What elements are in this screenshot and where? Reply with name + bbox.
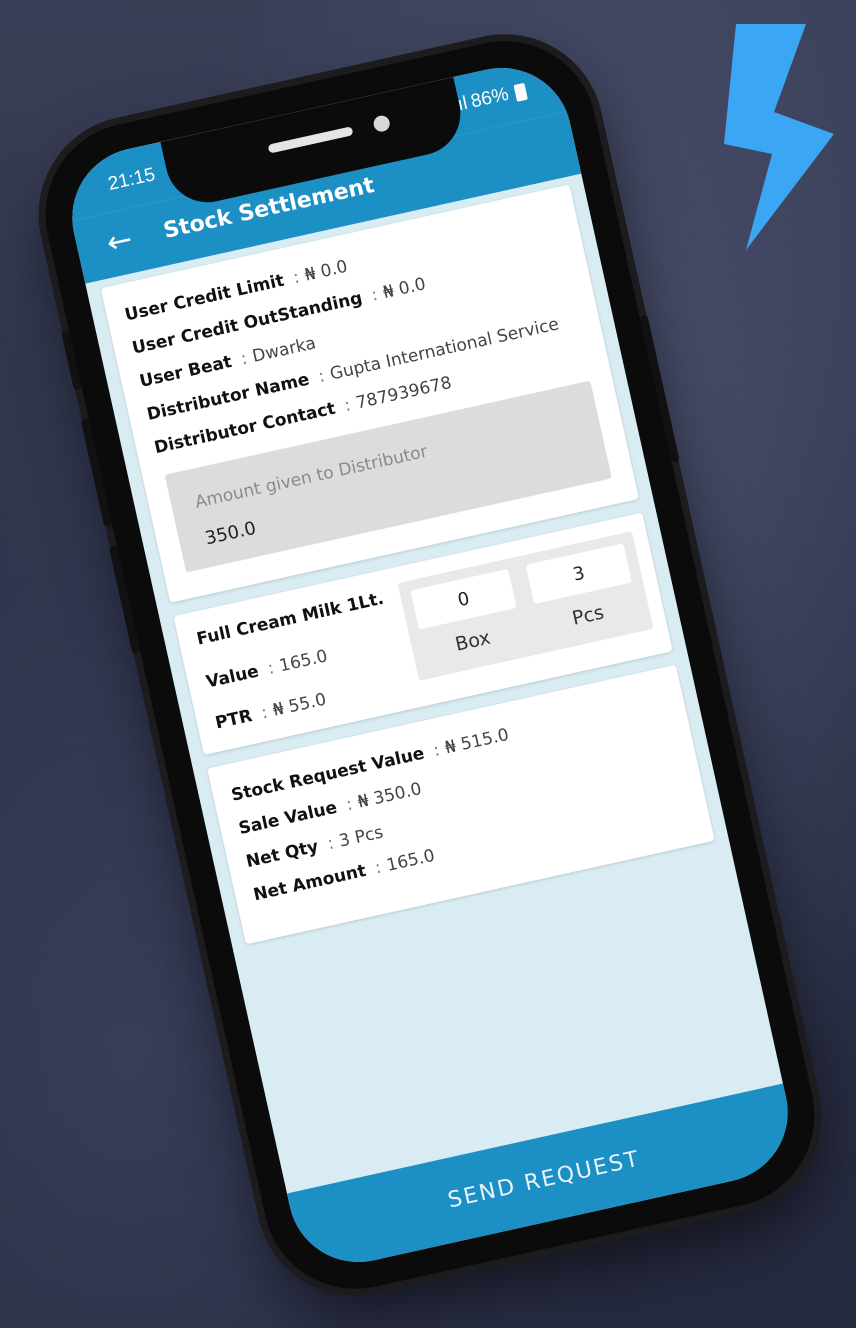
separator: : (239, 348, 250, 370)
pcs-quantity-input[interactable] (525, 543, 632, 604)
speaker-grille (267, 126, 354, 154)
separator: : (316, 366, 327, 388)
arrow-left-icon[interactable]: ← (104, 222, 136, 262)
main-content: User Credit Limit:₦ 0.0 User Credit OutS… (85, 174, 783, 1194)
ptr-value: ₦ 55.0 (270, 689, 329, 721)
pcs-quantity: Pcs (523, 543, 643, 638)
net-amount-label: Net Amount (251, 861, 368, 906)
box-quantity-input[interactable] (410, 568, 517, 630)
product-value: 165.0 (277, 646, 330, 677)
front-camera (372, 114, 392, 134)
separator: : (266, 658, 276, 679)
separator: : (259, 702, 270, 724)
net-amount-value: 165.0 (384, 845, 437, 876)
separator: : (325, 833, 336, 855)
status-time: 21:15 (106, 164, 158, 195)
sale-value: ₦ 350.0 (355, 779, 424, 813)
sale-value-label: Sale Value (236, 797, 339, 839)
net-qty-label: Net Qty (244, 836, 321, 873)
credit-limit-value: ₦ 0.0 (302, 256, 350, 286)
phone-screen: 21:15 .ıl 86% ← Stock Settlement User Cr… (58, 54, 802, 1276)
product-value-label: Value (204, 661, 261, 693)
user-beat-value: Dwarka (250, 333, 318, 367)
separator: : (342, 395, 353, 417)
battery-icon (513, 82, 528, 102)
separator: : (373, 857, 384, 879)
user-beat-label: User Beat (137, 352, 234, 392)
quantity-selector: Box Pcs (397, 531, 654, 681)
stock-request-value: ₦ 515.0 (443, 724, 511, 759)
product-name: Full Cream Milk 1Lt. (194, 588, 386, 650)
phone-mockup: 21:15 .ıl 86% ← Stock Settlement User Cr… (27, 23, 833, 1307)
product-value-row: Value:165.0 (204, 646, 329, 692)
net-qty-value: 3 Pcs (337, 822, 386, 852)
distributor-contact-value: 787939678 (354, 372, 454, 414)
credit-outstanding-value: ₦ 0.0 (381, 274, 428, 304)
separator: : (291, 267, 302, 289)
lightning-bolt-icon (724, 24, 834, 250)
battery-percent: 86% (468, 83, 511, 113)
separator: : (344, 794, 355, 816)
status-indicators: .ıl 86% (451, 80, 529, 118)
product-ptr-row: PTR:₦ 55.0 (213, 690, 328, 734)
ptr-label: PTR (213, 705, 255, 734)
box-quantity: Box (407, 568, 527, 663)
separator: : (431, 740, 442, 761)
product-name-row: Full Cream Milk 1Lt. (195, 589, 386, 650)
separator: : (369, 284, 380, 306)
